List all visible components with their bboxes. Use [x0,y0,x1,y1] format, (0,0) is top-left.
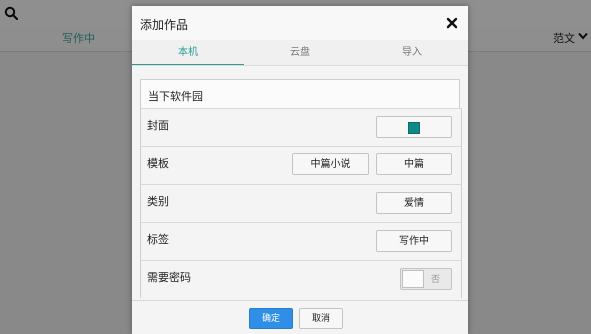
document-name-field[interactable]: 当下软件园 [140,79,460,108]
row-tag: 标签 写作中 [141,222,461,260]
tab-local[interactable]: 本机 [132,40,244,65]
category-button[interactable]: 爱情 [376,192,452,214]
category-label: 类别 [147,195,169,208]
dialog-header: 添加作品 [132,6,468,40]
dialog-footer: 确定 取消 [132,300,468,334]
password-label: 需要密码 [147,271,191,284]
dialog-title: 添加作品 [140,18,189,32]
tab-cloud[interactable]: 云盘 [244,40,356,65]
dialog-tab-bar: 本机 云盘 导入 [132,40,468,66]
settings-list: 封面 模板 中篇小说 中篇 类别 爱情 标签 写作中 需要密码 否 [140,108,462,298]
close-icon[interactable] [446,17,458,29]
template-medium-button[interactable]: 中篇 [376,153,452,175]
row-password: 需要密码 否 [141,260,461,298]
cover-label: 封面 [147,119,169,132]
row-cover: 封面 [141,108,461,146]
template-label: 模板 [147,157,169,170]
cover-color-swatch [408,122,420,134]
document-name-value: 当下软件园 [148,90,203,103]
row-template: 模板 中篇小说 中篇 [141,146,461,184]
tag-label: 标签 [147,233,169,246]
cover-color-button[interactable] [376,116,452,138]
dialog-body: 当下软件园 封面 模板 中篇小说 中篇 类别 爱情 标签 写作中 需要密码 否 [132,66,468,300]
row-category: 类别 爱情 [141,184,461,222]
confirm-button[interactable]: 确定 [249,308,293,329]
template-novella-button[interactable]: 中篇小说 [292,153,369,175]
password-toggle[interactable]: 否 [400,268,452,290]
tag-button[interactable]: 写作中 [376,230,452,252]
toggle-knob [402,270,424,288]
toggle-state-text: 否 [431,275,441,285]
cancel-button[interactable]: 取消 [299,308,343,329]
tab-import[interactable]: 导入 [356,40,468,65]
add-work-dialog: 添加作品 本机 云盘 导入 当下软件园 封面 模板 中篇小说 中篇 类别 爱情 … [132,6,468,334]
